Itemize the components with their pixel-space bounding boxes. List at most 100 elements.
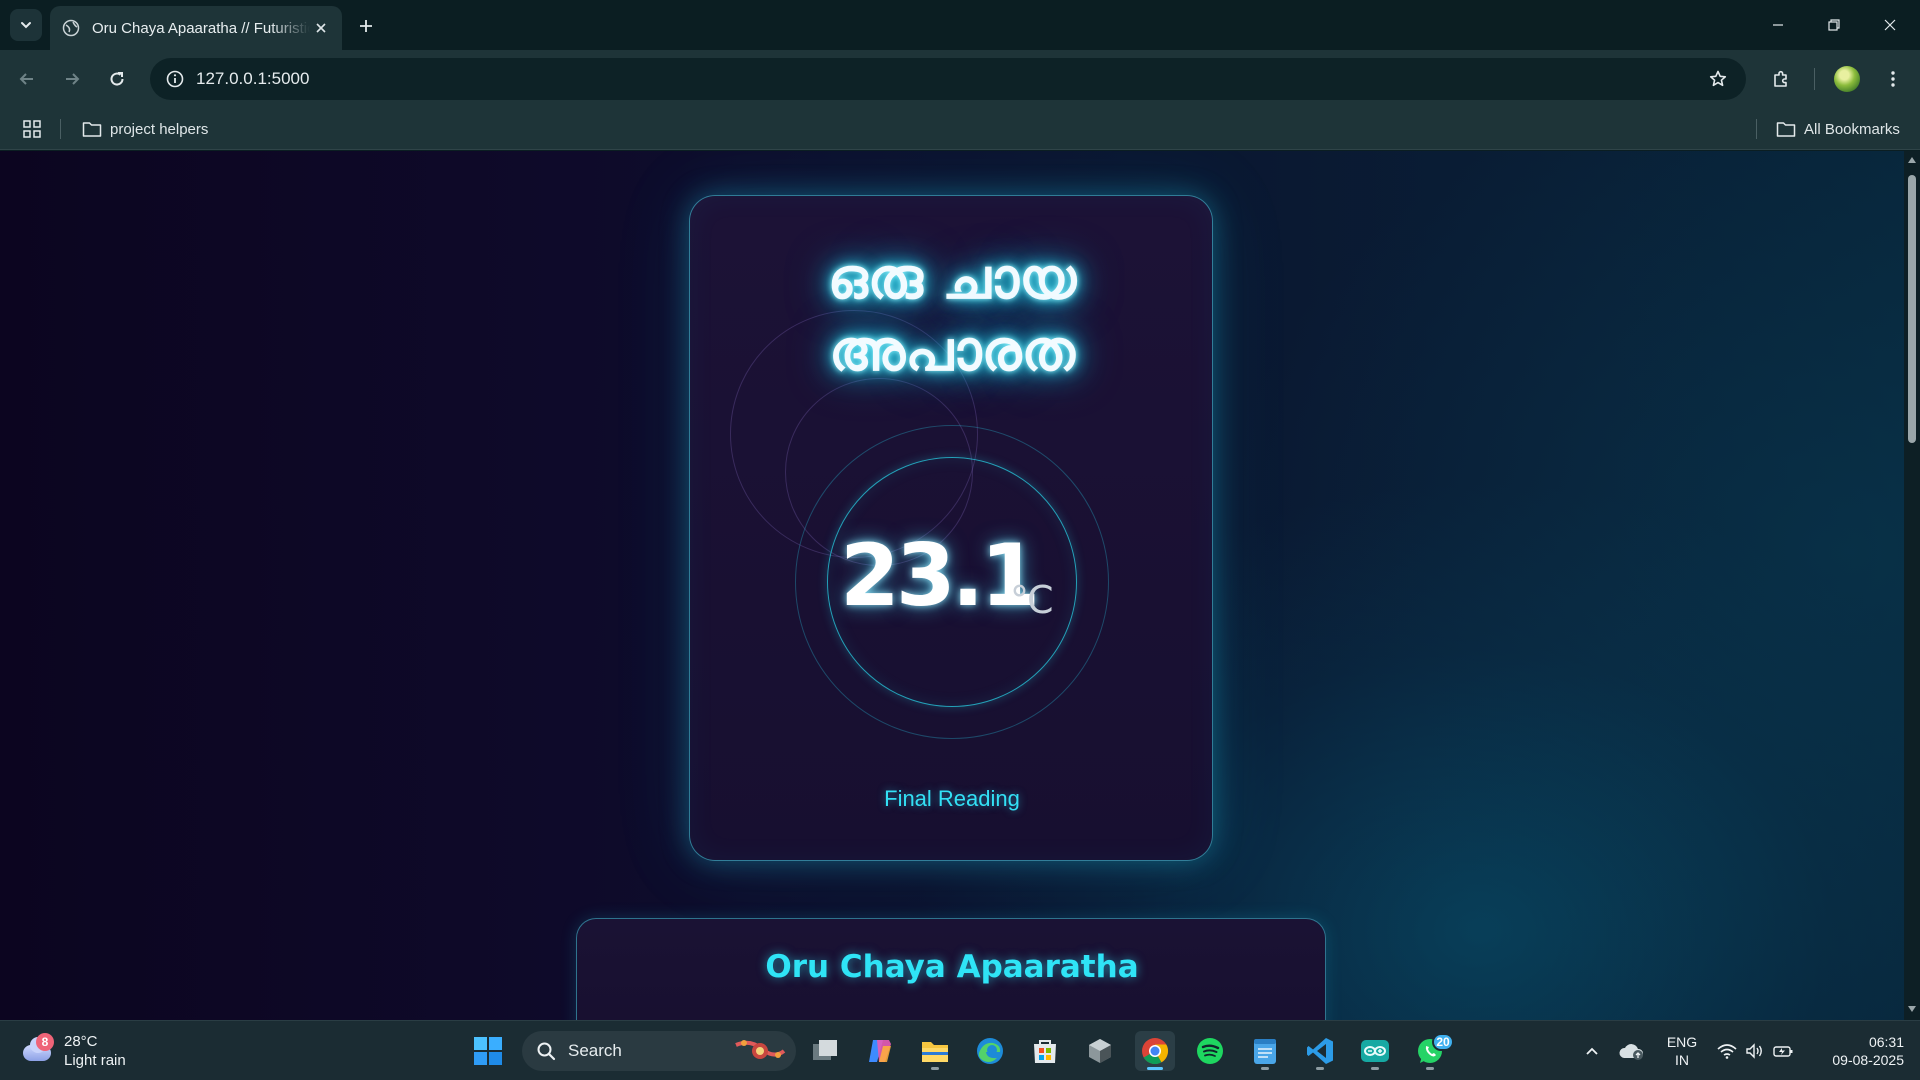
copilot-button[interactable] [860, 1031, 900, 1071]
whatsapp-button[interactable]: 20 [1410, 1031, 1454, 1071]
show-hidden-icons-button[interactable] [1572, 1031, 1612, 1071]
folder-icon [82, 122, 102, 137]
task-view-icon [813, 1040, 837, 1060]
weather-widget[interactable]: 8 28°C Light rain [20, 1029, 126, 1073]
profile-button[interactable] [1830, 62, 1864, 96]
section-title: Oru Chaya Apaaratha [765, 949, 1139, 985]
vscode-icon [1307, 1038, 1333, 1064]
puzzle-icon [1774, 70, 1787, 87]
taskbar-search[interactable]: Search [522, 1031, 796, 1071]
spotify-icon [1197, 1038, 1223, 1064]
tab-title: Oru Chaya Apaaratha // Futuristic [92, 19, 310, 37]
search-highlight-icon [735, 1040, 786, 1059]
task-view-button[interactable] [805, 1031, 845, 1071]
copilot-icon [869, 1040, 891, 1062]
clock-date: 09-08-2025 [1832, 1052, 1904, 1068]
all-bookmarks-button[interactable]: All Bookmarks [1770, 114, 1906, 144]
page-title-line-1: ഒരു ചായ [827, 247, 1077, 312]
close-icon [1884, 19, 1896, 31]
app-button[interactable] [1080, 1031, 1120, 1071]
bookmarks-divider [1756, 119, 1757, 139]
store-button[interactable] [1025, 1031, 1065, 1071]
store-icon [1034, 1040, 1056, 1063]
vscode-button[interactable] [1300, 1031, 1340, 1071]
browser-tab[interactable]: Oru Chaya Apaaratha // Futuristic [50, 6, 342, 50]
temperature-value: 23.1 [840, 526, 1040, 626]
search-icon [537, 1042, 556, 1061]
language-indicator[interactable]: ENG IN [1660, 1033, 1704, 1069]
close-icon[interactable] [310, 17, 332, 39]
avatar [1834, 66, 1860, 92]
folder-icon [1776, 122, 1796, 137]
weather-temperature: 28°C [64, 1033, 98, 1050]
reload-button[interactable] [100, 62, 134, 96]
windows-start-icon [474, 1037, 502, 1065]
back-button[interactable] [10, 62, 44, 96]
arrow-left-icon [19, 73, 33, 85]
notification-badge: 20 [1432, 1033, 1454, 1051]
file-explorer-button[interactable] [915, 1031, 955, 1071]
start-button[interactable] [468, 1031, 508, 1071]
search-label: Search [568, 1041, 622, 1060]
arduino-icon [1361, 1040, 1389, 1062]
onedrive-button[interactable] [1612, 1031, 1652, 1071]
bookmark-label: project helpers [110, 120, 209, 138]
plus-icon [360, 20, 372, 32]
spotify-button[interactable] [1190, 1031, 1230, 1071]
running-indicator [1316, 1067, 1324, 1070]
apps-grid-icon[interactable] [20, 117, 44, 141]
cloud-sync-icon [1619, 1044, 1644, 1060]
browser-toolbar: 127.0.0.1:5000 [0, 50, 1920, 108]
battery-saver-icon [1773, 1046, 1793, 1057]
temperature-unit: °C [1010, 578, 1054, 622]
bookmark-star-icon[interactable] [1698, 59, 1738, 99]
weather-description: Light rain [64, 1052, 126, 1069]
edge-button[interactable] [970, 1031, 1010, 1071]
tab-search-button[interactable] [10, 9, 42, 41]
notepad-button[interactable] [1245, 1031, 1285, 1071]
bookmark-folder-project-helpers[interactable]: project helpers [76, 114, 214, 144]
url-text: 127.0.0.1:5000 [196, 69, 310, 88]
clock[interactable]: 06:31 09-08-2025 [1810, 1033, 1904, 1069]
running-indicator [931, 1067, 939, 1070]
quick-settings-button[interactable] [1708, 1031, 1804, 1071]
scroll-up-icon[interactable] [1907, 155, 1917, 165]
globe-icon [62, 19, 80, 37]
minimize-button[interactable] [1750, 0, 1806, 50]
tab-strip: Oru Chaya Apaaratha // Futuristic [0, 0, 1920, 50]
scroll-down-icon[interactable] [1907, 1004, 1917, 1014]
site-info-icon[interactable] [154, 58, 196, 100]
language-code: ENG [1666, 1034, 1698, 1050]
toolbar-divider [1814, 68, 1815, 90]
arduino-button[interactable] [1355, 1031, 1395, 1071]
address-bar[interactable]: 127.0.0.1:5000 [150, 58, 1746, 100]
page-title-line-2: അപാരത [829, 319, 1075, 384]
running-indicator [1261, 1067, 1269, 1070]
page-viewport: ഒരു ചായ അപാരത 23.1 °C Final Reading Oru … [0, 151, 1904, 1020]
notepad-icon [1254, 1039, 1276, 1064]
reload-icon [110, 72, 124, 86]
more-vertical-icon [1891, 71, 1895, 87]
scrollbar-thumb[interactable] [1908, 175, 1916, 443]
arrow-right-icon [66, 73, 80, 85]
reading-caption: Final Reading [884, 786, 1020, 811]
page-scrollbar[interactable] [1904, 151, 1920, 1020]
weather-badge: 8 [36, 1033, 54, 1051]
chrome-icon [1142, 1038, 1169, 1065]
extensions-button[interactable] [1764, 62, 1798, 96]
forward-button[interactable] [55, 62, 89, 96]
bookmarks-bar: project helpers All Bookmarks [0, 108, 1920, 150]
bookmarks-divider [60, 119, 61, 139]
bookmark-label: All Bookmarks [1804, 120, 1900, 138]
new-tab-button[interactable] [352, 12, 380, 40]
taskbar: 8 28°C Light rain Search 20 ENG IN 06:31… [0, 1020, 1920, 1080]
restore-button[interactable] [1806, 0, 1862, 50]
temperature-card: ഒരു ചായ അപാരത 23.1 °C Final Reading [689, 195, 1213, 861]
menu-button[interactable] [1876, 62, 1910, 96]
running-indicator [1371, 1067, 1379, 1070]
chrome-button[interactable] [1135, 1031, 1175, 1071]
running-indicator [1426, 1067, 1434, 1070]
volume-icon [1746, 1043, 1762, 1059]
minimize-icon [1773, 24, 1783, 26]
window-close-button[interactable] [1862, 0, 1918, 50]
